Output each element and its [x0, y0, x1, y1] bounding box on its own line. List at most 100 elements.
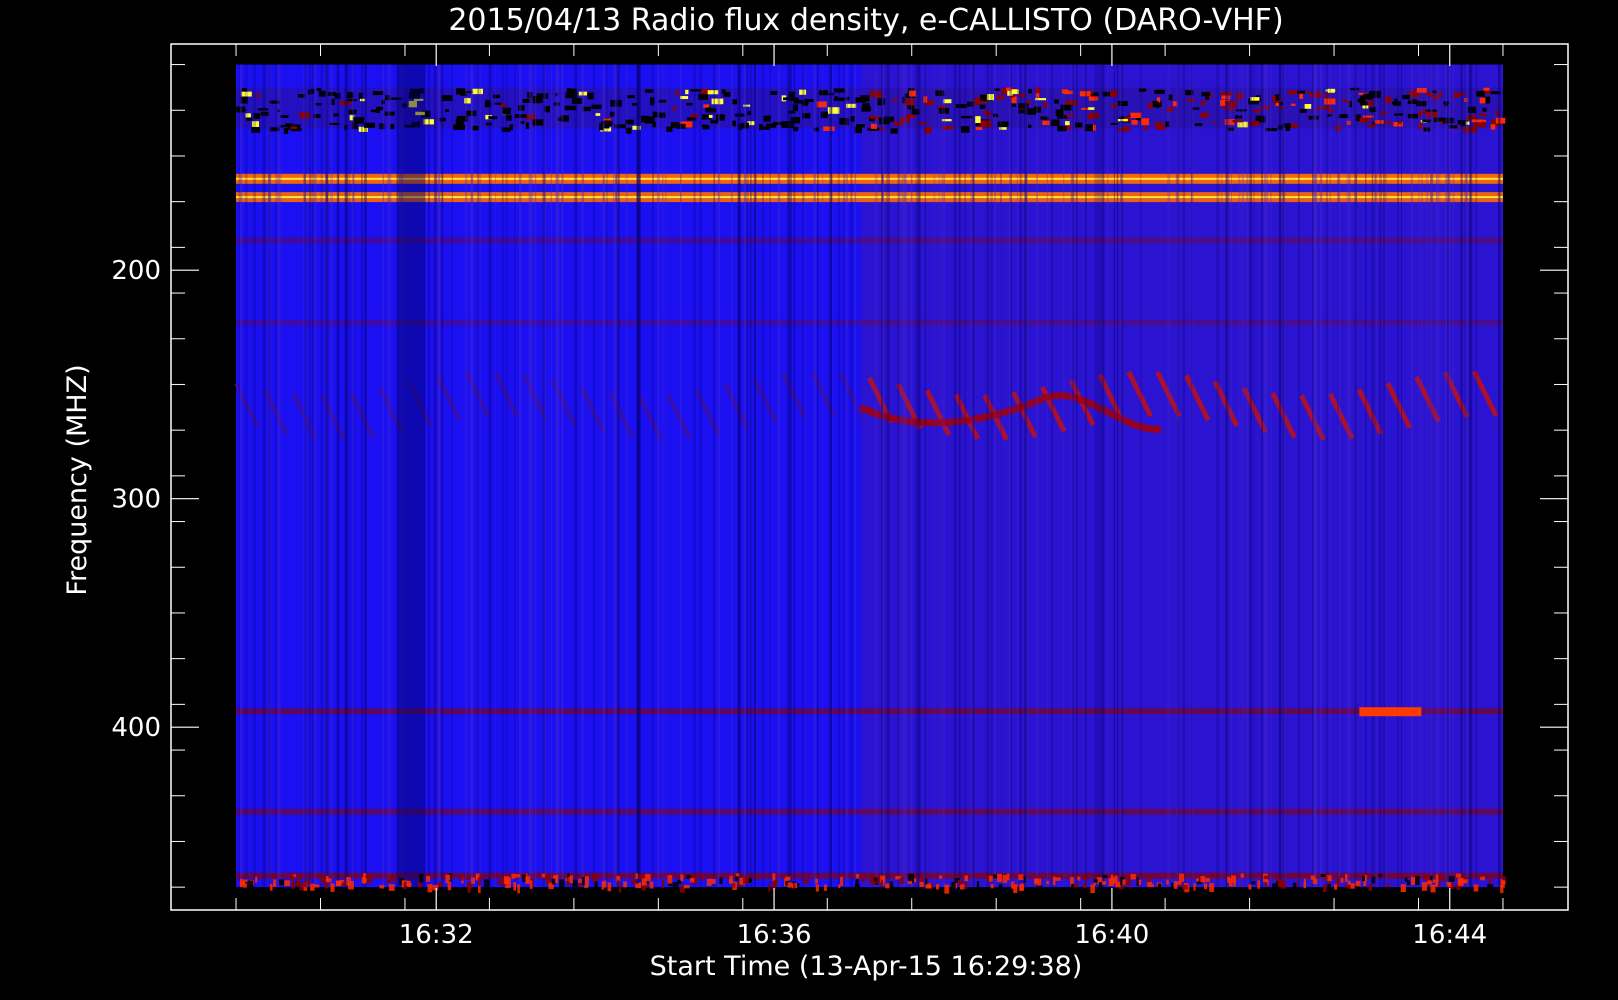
interference-pixel [1065, 121, 1070, 126]
interference-pixel [855, 124, 865, 128]
noise-pixel [1396, 873, 1399, 878]
noise-pixel [1193, 883, 1196, 891]
time-striation [843, 64, 845, 888]
noise-pixel [1340, 877, 1344, 883]
noise-pixel [388, 874, 393, 882]
noise-pixel [919, 881, 924, 888]
noise-pixel [988, 875, 993, 882]
time-striation [1020, 64, 1023, 888]
noise-pixel [438, 881, 443, 887]
time-striation [953, 64, 957, 888]
noise-pixel [1052, 876, 1056, 886]
noise-pixel [1147, 881, 1152, 888]
noise-pixel [1182, 884, 1188, 890]
time-striation [813, 64, 816, 888]
time-striation [1182, 64, 1186, 888]
interference-pixel [703, 104, 710, 108]
interference-pixel [686, 102, 693, 106]
noise-pixel [1423, 874, 1430, 881]
time-striation [262, 64, 264, 888]
time-striation [344, 64, 347, 888]
time-striation [738, 64, 741, 888]
interference-pixel [1057, 125, 1067, 132]
time-striation [638, 64, 641, 888]
noise-pixel [743, 876, 749, 884]
noise-pixel [427, 883, 433, 893]
interference-pixel [685, 89, 689, 95]
time-striation [1465, 64, 1468, 888]
time-striation [1425, 64, 1429, 888]
interference-pixel [1061, 89, 1069, 94]
interference-pixel [707, 90, 719, 95]
time-striation [364, 64, 367, 888]
noise-pixel [1447, 883, 1452, 888]
time-striation [325, 64, 329, 888]
time-striation [1282, 64, 1285, 888]
time-striation [349, 64, 351, 888]
interference-pixel [492, 94, 501, 99]
time-striation [753, 64, 756, 888]
noise-pixel [325, 878, 332, 883]
time-striation [279, 64, 282, 888]
noise-pixel [388, 884, 395, 891]
interference-pixel [975, 116, 981, 124]
time-striation [1102, 64, 1105, 888]
interference-pixel [770, 91, 778, 95]
time-striation [986, 64, 989, 888]
noise-pixel [1410, 877, 1416, 885]
noise-pixel [881, 879, 884, 888]
time-striation [1420, 64, 1423, 888]
noise-pixel [403, 881, 407, 890]
time-striation [606, 64, 608, 888]
noise-pixel [1414, 876, 1420, 886]
noise-pixel [1046, 880, 1050, 885]
time-striation [530, 64, 534, 888]
interference-pixel [819, 90, 828, 96]
noise-pixel [432, 884, 439, 891]
time-striation [887, 64, 890, 888]
time-striation [917, 64, 921, 888]
time-striation [1097, 64, 1101, 888]
spectrogram-image [234, 64, 1506, 894]
interference-pixel [1479, 97, 1486, 104]
time-striation [730, 64, 733, 888]
time-striation [612, 64, 615, 888]
time-striation [592, 64, 596, 888]
noise-pixel [957, 880, 963, 885]
interference-pixel [855, 97, 866, 103]
noise-pixel [1018, 874, 1024, 881]
time-striation [656, 64, 660, 888]
interference-pixel [672, 107, 677, 111]
interference-pixel [1043, 102, 1048, 108]
noise-pixel [899, 877, 904, 884]
time-striation [253, 64, 257, 888]
time-striation [1337, 64, 1341, 888]
interference-pixel [1290, 103, 1296, 106]
interference-pixel [1232, 120, 1243, 123]
noise-pixel [551, 878, 556, 885]
time-striation [1063, 64, 1065, 888]
time-striation [1348, 64, 1351, 888]
noise-pixel [496, 880, 500, 884]
noise-pixel [667, 875, 673, 884]
noise-pixel [584, 884, 589, 888]
noise-pixel [964, 875, 969, 882]
noise-pixel [1406, 880, 1411, 885]
interference-pixel [1141, 118, 1150, 126]
time-striation [990, 64, 993, 888]
noise-pixel [719, 877, 723, 884]
noise-pixel [1084, 876, 1088, 881]
interference-pixel [711, 98, 724, 105]
noise-pixel [1101, 881, 1107, 885]
noise-pixel [1054, 877, 1061, 881]
time-striation [924, 64, 927, 888]
time-striation [494, 64, 496, 888]
noise-pixel [711, 878, 716, 884]
interference-pixel [627, 95, 635, 99]
time-striation [854, 64, 857, 888]
time-striation [1311, 64, 1314, 888]
noise-pixel [269, 883, 273, 891]
noise-pixel [889, 881, 894, 890]
noise-pixel [680, 874, 684, 882]
time-striation [874, 64, 878, 888]
